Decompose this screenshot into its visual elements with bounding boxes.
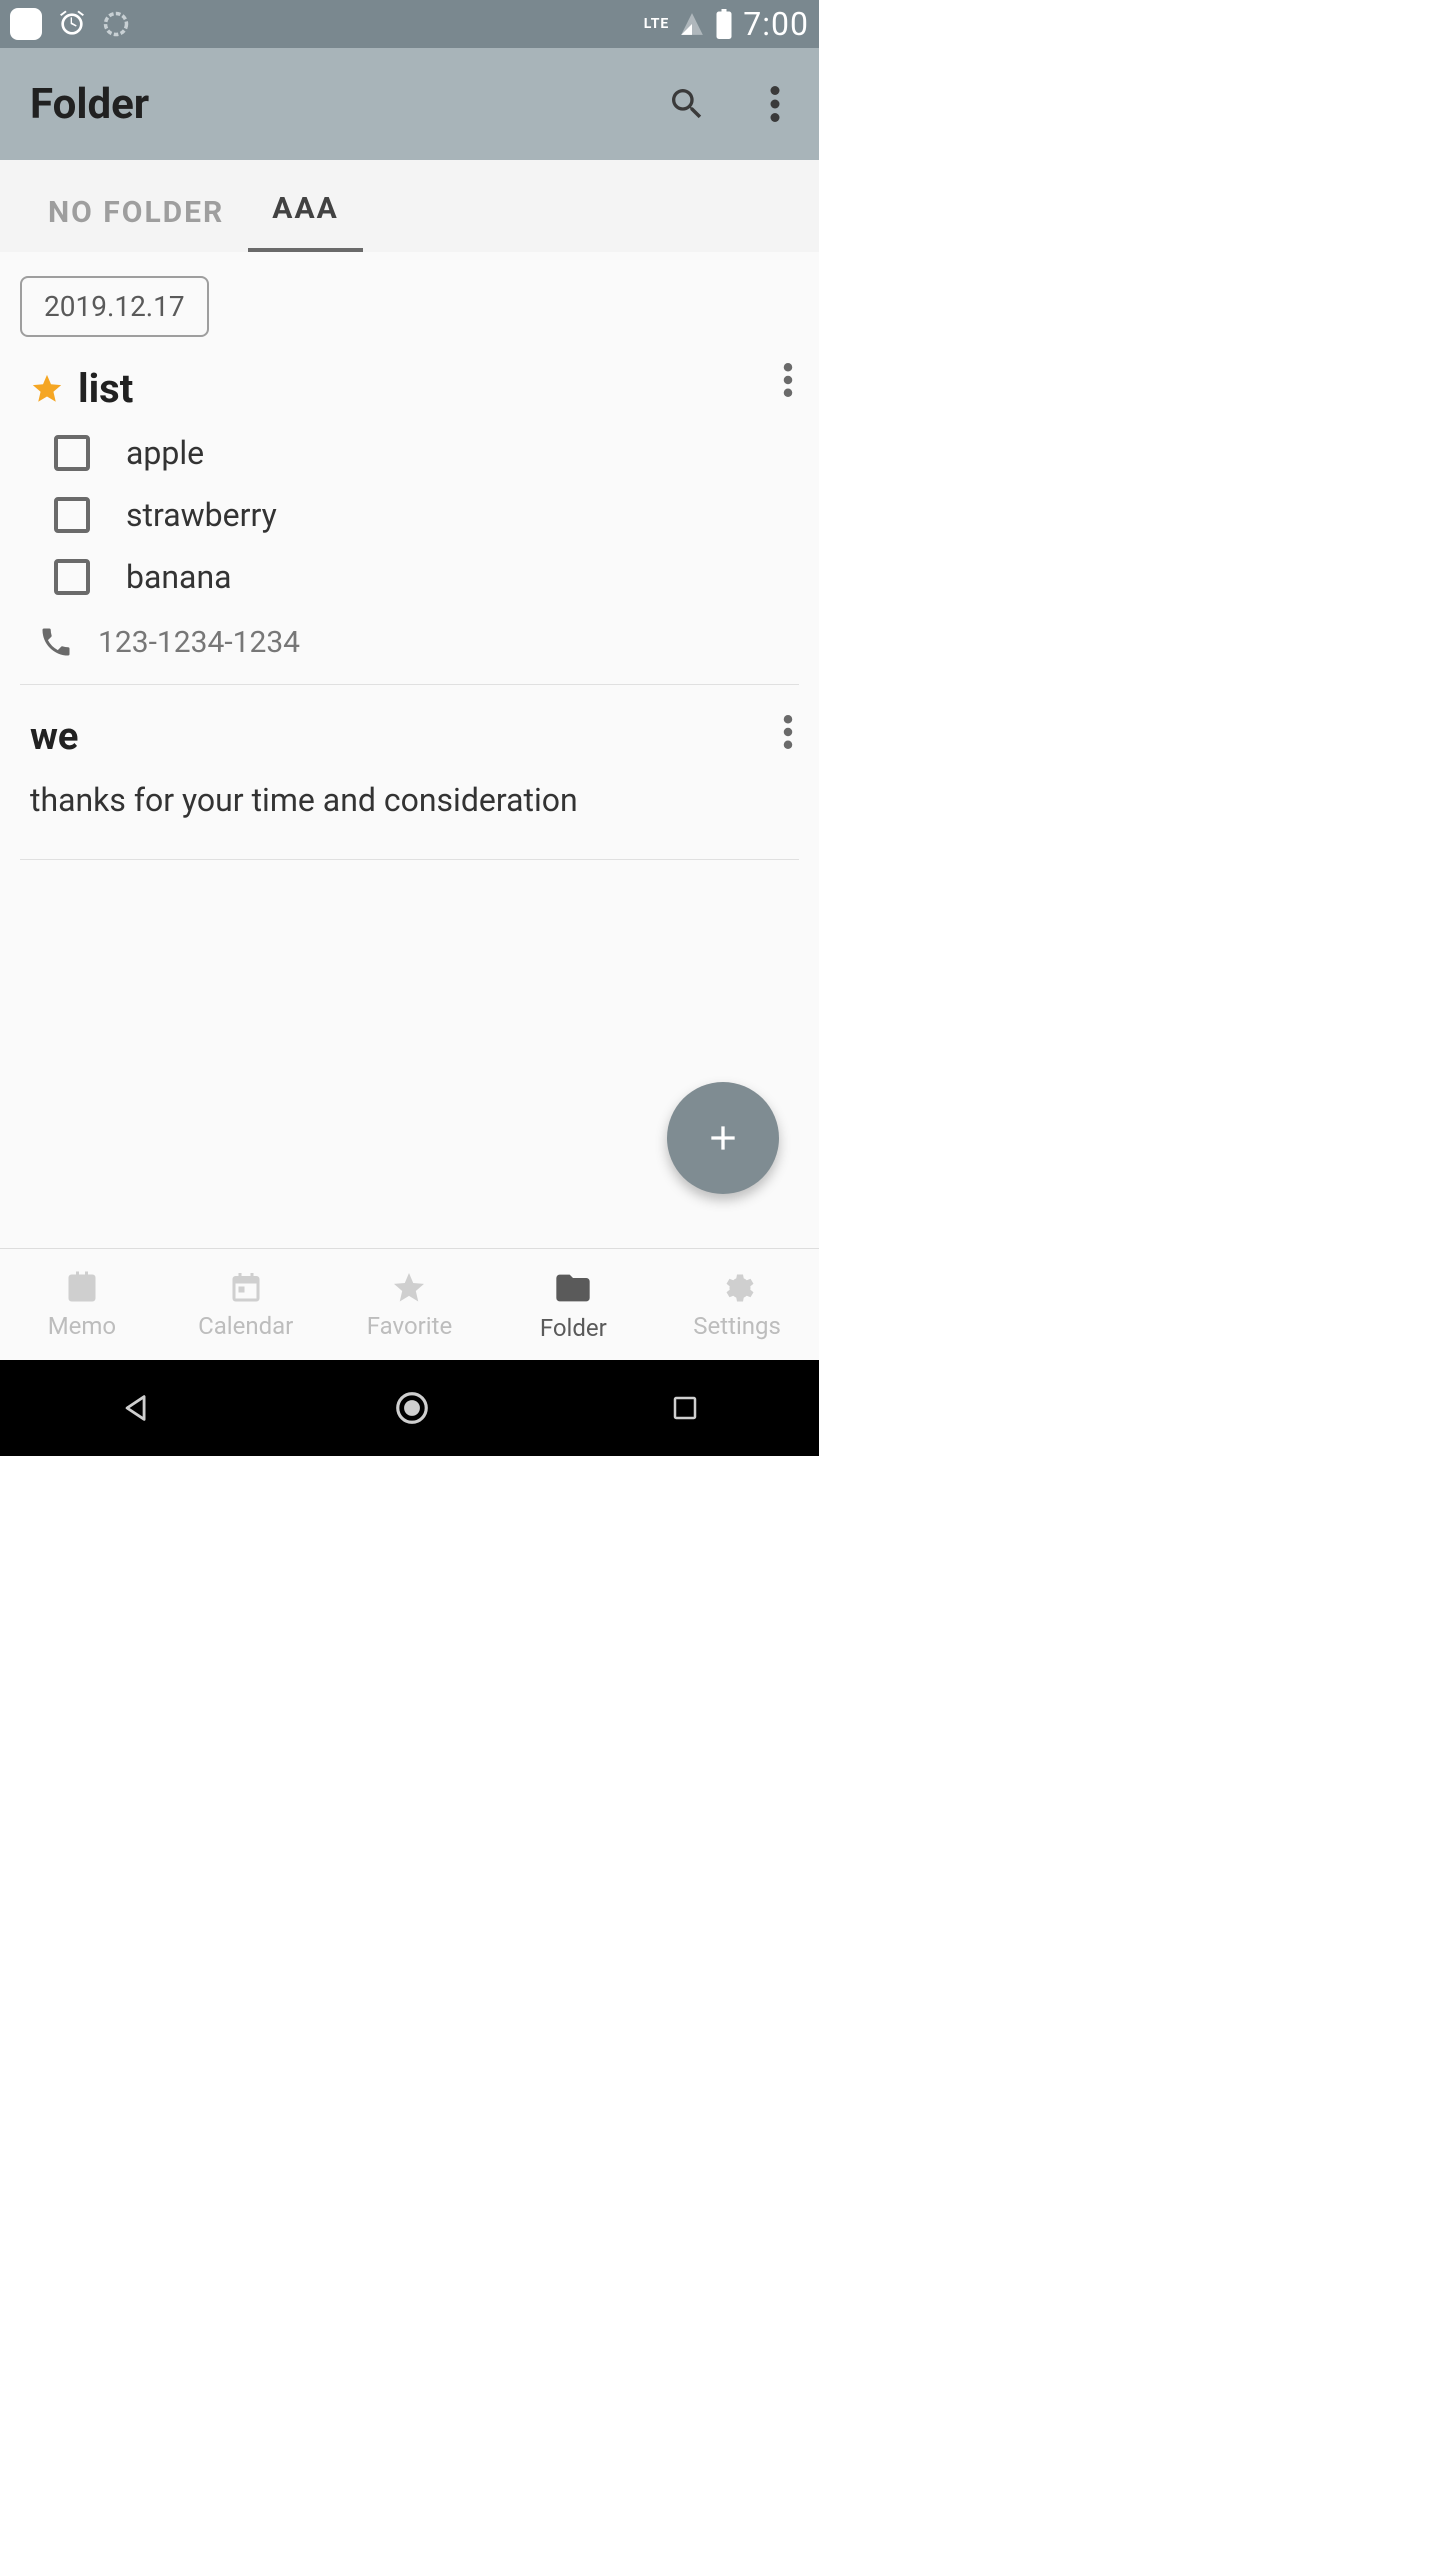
- memo-icon: [64, 1270, 100, 1306]
- note-title: we: [30, 715, 789, 759]
- tab-no-folder[interactable]: NO FOLDER: [24, 173, 248, 252]
- note-body: thanks for your time and consideration: [30, 781, 789, 819]
- checkbox[interactable]: [54, 497, 90, 533]
- nav-label: Folder: [540, 1314, 607, 1342]
- nav-label: Calendar: [198, 1312, 293, 1340]
- plus-icon: [703, 1118, 743, 1158]
- add-button[interactable]: [667, 1082, 779, 1194]
- phone-icon: [38, 624, 74, 660]
- nav-folder[interactable]: Folder: [491, 1249, 655, 1360]
- clock-text: 7:00: [743, 5, 809, 43]
- more-vert-icon: [783, 363, 793, 397]
- star-icon: [391, 1270, 427, 1306]
- note-item[interactable]: we thanks for your time and consideratio…: [20, 685, 799, 860]
- back-button[interactable]: [120, 1391, 154, 1425]
- circle-home-icon: [393, 1389, 431, 1427]
- folder-icon: [553, 1268, 593, 1308]
- app-bar-actions: [663, 80, 799, 128]
- note-overflow-button[interactable]: [783, 715, 793, 749]
- folder-tabs: NO FOLDER AAA: [0, 160, 819, 252]
- nav-calendar[interactable]: Calendar: [164, 1249, 328, 1360]
- notification-icon: [10, 8, 42, 40]
- tab-aaa[interactable]: AAA: [248, 169, 362, 252]
- nav-label: Memo: [48, 1312, 116, 1340]
- bottom-nav: Memo Calendar Favorite Folder Settings: [0, 1248, 819, 1360]
- checklist-item-label: apple: [126, 434, 204, 472]
- recent-button[interactable]: [670, 1393, 700, 1423]
- more-vert-icon: [770, 86, 780, 122]
- nav-memo[interactable]: Memo: [0, 1249, 164, 1360]
- status-left: [10, 8, 130, 40]
- android-nav-bar: [0, 1360, 819, 1456]
- nav-label: Favorite: [367, 1312, 452, 1340]
- nav-label: Settings: [693, 1312, 781, 1340]
- phone-row[interactable]: 123-1234-1234: [30, 624, 789, 660]
- gear-icon: [719, 1270, 755, 1306]
- lte-indicator: LTE: [644, 16, 670, 32]
- app-bar: Folder: [0, 48, 819, 160]
- signal-icon: [679, 11, 705, 37]
- alarm-icon: [56, 8, 88, 40]
- star-icon: [30, 372, 64, 406]
- status-right: LTE 7:00: [644, 5, 809, 43]
- note-item[interactable]: list apple strawberry banana: [20, 337, 799, 685]
- nav-favorite[interactable]: Favorite: [328, 1249, 492, 1360]
- nav-settings[interactable]: Settings: [655, 1249, 819, 1360]
- checklist: apple strawberry banana: [30, 434, 789, 596]
- home-button[interactable]: [393, 1389, 431, 1427]
- search-button[interactable]: [663, 80, 711, 128]
- search-icon: [667, 84, 707, 124]
- loading-icon: [102, 10, 130, 38]
- overflow-button[interactable]: [751, 80, 799, 128]
- checkbox[interactable]: [54, 435, 90, 471]
- more-vert-icon: [783, 715, 793, 749]
- phone-number: 123-1234-1234: [98, 625, 300, 660]
- page-title: Folder: [30, 80, 149, 129]
- note-header: list: [30, 365, 789, 412]
- checklist-item[interactable]: strawberry: [54, 496, 789, 534]
- checklist-item[interactable]: apple: [54, 434, 789, 472]
- battery-icon: [715, 9, 733, 39]
- note-title: list: [78, 365, 133, 412]
- note-overflow-button[interactable]: [783, 363, 793, 397]
- checklist-item[interactable]: banana: [54, 558, 789, 596]
- status-bar: LTE 7:00: [0, 0, 819, 48]
- date-chip[interactable]: 2019.12.17: [20, 276, 209, 337]
- checklist-item-label: banana: [126, 558, 232, 596]
- checklist-item-label: strawberry: [126, 496, 277, 534]
- checkbox[interactable]: [54, 559, 90, 595]
- square-recent-icon: [670, 1393, 700, 1423]
- triangle-back-icon: [120, 1391, 154, 1425]
- calendar-icon: [228, 1270, 264, 1306]
- content-area: 2019.12.17 list apple strawberry: [0, 252, 819, 1248]
